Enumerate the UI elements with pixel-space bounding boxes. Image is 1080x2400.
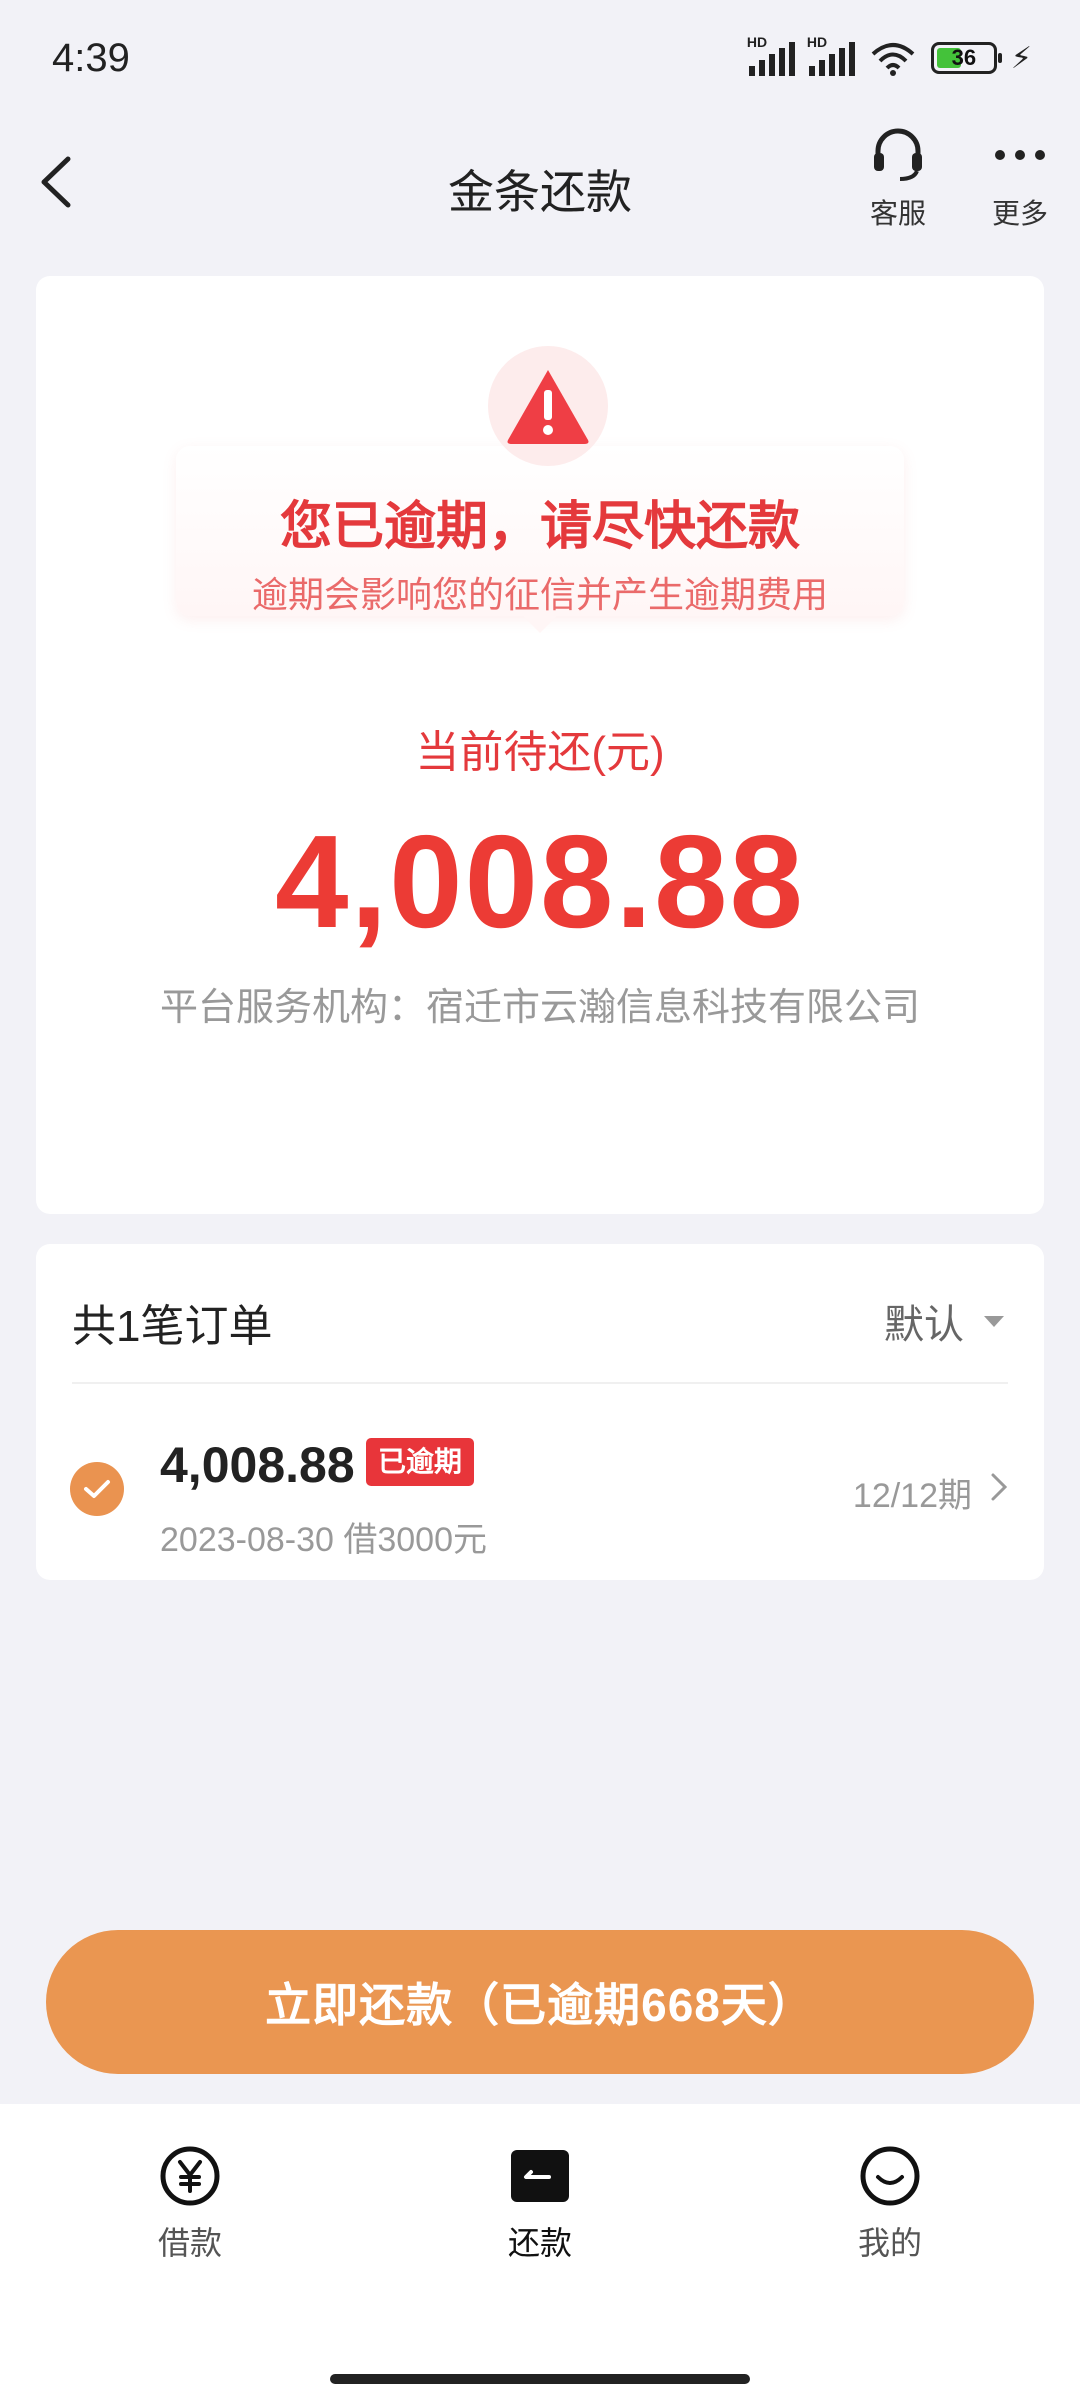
checkmark-icon [84, 1480, 110, 1498]
tab-loan-label: 借款 [157, 2225, 222, 2261]
header: 金条还款 客服 更多 [0, 120, 1080, 280]
wifi-icon [871, 43, 915, 76]
divider [72, 1382, 1008, 1384]
cell-signal-icon: HD [747, 34, 795, 76]
tab-mine-label: 我的 [857, 2225, 922, 2261]
warning-icon-badge [488, 346, 608, 466]
hd-label: HD [746, 34, 768, 50]
warning-triangle-icon [507, 370, 589, 444]
tab-bar: 借款 还款 我的 [0, 2104, 1080, 2400]
orders-card: 共1笔订单 默认 4,008.88 已逾期 2023-08-30 借3000元 … [36, 1244, 1044, 1580]
tab-loan[interactable]: 借款 [90, 2140, 290, 2264]
more-button[interactable]: 更多 [970, 120, 1070, 232]
status-bar: 4:39 HD HD 36 ⚡ [0, 0, 1080, 120]
more-label: 更多 [991, 198, 1048, 229]
smile-icon [860, 2146, 920, 2206]
tab-mine[interactable]: 我的 [790, 2140, 990, 2264]
customer-service-button[interactable]: 客服 [848, 120, 948, 232]
status-icons: HD HD 36 ⚡ [747, 34, 1032, 76]
home-indicator[interactable] [330, 2374, 750, 2384]
service-label: 客服 [869, 198, 926, 229]
service-provider: 平台服务机构：宿迁市云瀚信息科技有限公司 [159, 987, 920, 1029]
warning-title: 您已逾期，请尽快还款 [279, 498, 800, 556]
sort-label: 默认 [884, 1303, 964, 1347]
order-meta: 2023-08-30 借3000元 [160, 1521, 488, 1559]
more-dots-icon [995, 150, 1045, 160]
order-period: 12/12期 [852, 1477, 972, 1515]
charging-icon: ⚡ [1010, 41, 1032, 75]
headset-icon [874, 128, 922, 181]
yuan-icon [160, 2146, 220, 2206]
due-amount: 4,008.88 [275, 808, 805, 955]
due-amount-label: 当前待还(元) [415, 728, 665, 777]
order-row[interactable]: 4,008.88 已逾期 2023-08-30 借3000元 12/12期 [36, 1394, 1044, 1574]
caret-down-icon [984, 1315, 1004, 1327]
repay-now-button[interactable]: 立即还款（已逾期668天） [46, 1930, 1034, 2074]
repay-icon [511, 2150, 569, 2202]
tab-repay-label: 还款 [507, 2225, 572, 2261]
hd-label: HD [806, 34, 828, 50]
repayment-summary-card: 您已逾期，请尽快还款 逾期会影响您的征信并产生逾期费用 当前待还(元) 4,00… [36, 276, 1044, 1214]
status-time: 4:39 [52, 36, 130, 80]
overdue-badge: 已逾期 [366, 1438, 475, 1486]
battery-icon: 36 [930, 42, 1002, 74]
tab-repay[interactable]: 还款 [440, 2140, 640, 2264]
sort-dropdown[interactable]: 默认 [884, 1292, 1004, 1350]
warning-subtitle: 逾期会影响您的征信并产生逾期费用 [251, 574, 828, 615]
orders-title: 共1笔订单 [72, 1302, 273, 1351]
cell-signal-icon: HD [807, 34, 855, 76]
chevron-right-icon [991, 1473, 1008, 1501]
order-amount: 4,008.88 [160, 1437, 355, 1493]
checkbox-checked[interactable] [70, 1462, 124, 1516]
battery-level: 36 [951, 45, 977, 70]
